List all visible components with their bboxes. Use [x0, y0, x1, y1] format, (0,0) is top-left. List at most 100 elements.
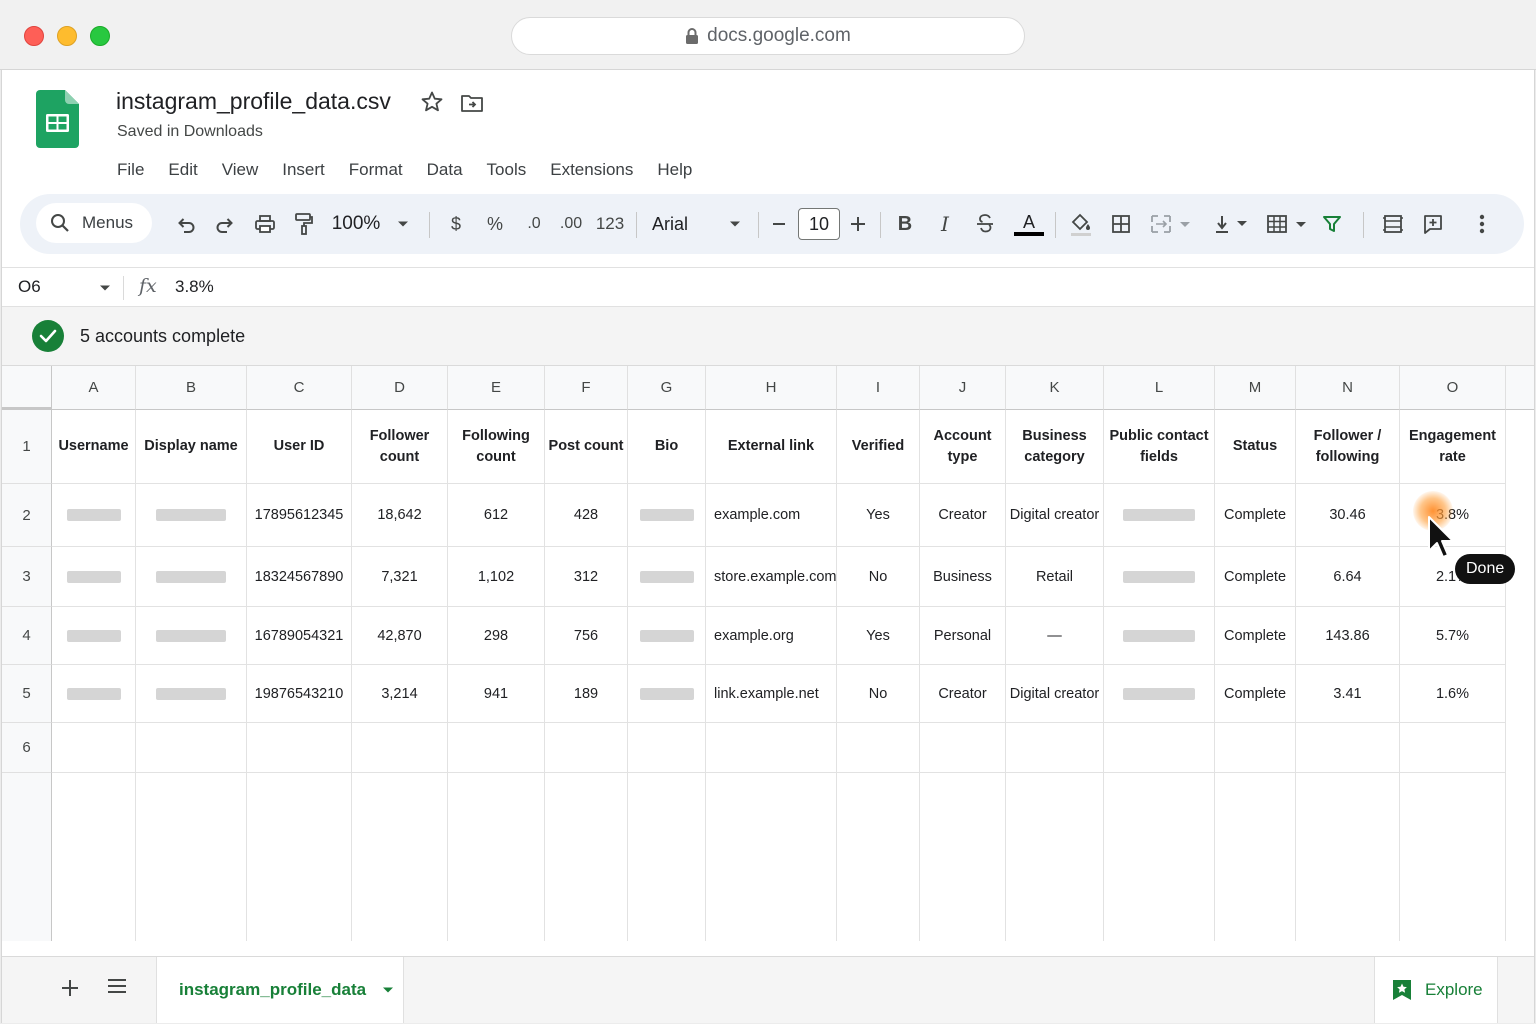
header-cell-business-category[interactable]: Business category [1006, 410, 1104, 484]
zoom-dropdown-icon[interactable] [396, 210, 410, 238]
menu-extensions[interactable]: Extensions [538, 158, 645, 182]
zoom-select[interactable]: 100% [330, 210, 382, 238]
column-header-o[interactable]: O [1400, 366, 1506, 410]
text-color-button[interactable]: A [1013, 210, 1045, 238]
column-header-k[interactable]: K [1006, 366, 1104, 410]
empty-cell[interactable] [628, 723, 706, 773]
cell-status[interactable]: Complete [1215, 607, 1296, 665]
cell-account-type[interactable]: Creator [920, 484, 1006, 547]
increase-font-size-icon[interactable] [849, 210, 867, 238]
cell-display-name[interactable] [136, 547, 247, 607]
menus-search-button[interactable]: Menus [36, 203, 152, 243]
empty-area[interactable] [1104, 773, 1215, 941]
name-box-dropdown-icon[interactable] [99, 284, 111, 292]
chevron-down-icon[interactable] [382, 986, 394, 994]
strikethrough-icon[interactable] [974, 210, 996, 238]
column-header-b[interactable]: B [136, 366, 247, 410]
freeze-icon[interactable] [1381, 210, 1405, 238]
font-family-select[interactable]: Arial [652, 210, 692, 238]
cell-user-id[interactable]: 18324567890 [247, 547, 352, 607]
cell-account-type[interactable]: Creator [920, 665, 1006, 723]
header-cell-external-link[interactable]: External link [706, 410, 837, 484]
cell-post-count[interactable]: 312 [545, 547, 628, 607]
name-box[interactable]: O6 [18, 277, 41, 297]
sheet-tab-active[interactable]: instagram_profile_data [156, 957, 404, 1023]
empty-cell[interactable] [1215, 723, 1296, 773]
cell-external-link[interactable]: example.org [706, 607, 837, 665]
cell-account-type[interactable]: Business [920, 547, 1006, 607]
header-cell-user-id[interactable]: User ID [247, 410, 352, 484]
select-all-corner[interactable] [2, 366, 54, 410]
cell-business-category[interactable]: Digital creator [1006, 484, 1104, 547]
cell-username[interactable] [52, 547, 136, 607]
number-format-button[interactable]: 123 [594, 210, 626, 238]
cell-user-id[interactable]: 16789054321 [247, 607, 352, 665]
menu-view[interactable]: View [210, 158, 271, 182]
all-sheets-menu-icon[interactable] [106, 977, 128, 995]
empty-area[interactable] [52, 773, 136, 941]
cell-follower-count[interactable]: 3,214 [352, 665, 448, 723]
header-cell-display-name[interactable]: Display name [136, 410, 247, 484]
cell-external-link[interactable]: example.com [706, 484, 837, 547]
empty-area[interactable] [837, 773, 920, 941]
cell-follower-following-ratio[interactable]: 143.86 [1296, 607, 1400, 665]
more-options-icon[interactable] [1470, 210, 1494, 238]
cell-following-count[interactable]: 1,102 [448, 547, 545, 607]
cell-public-contact-fields[interactable] [1104, 547, 1215, 607]
cell-verified[interactable]: No [837, 665, 920, 723]
row-header-2[interactable]: 2 [2, 484, 52, 547]
empty-area[interactable] [1296, 773, 1400, 941]
empty-area[interactable] [1006, 773, 1104, 941]
italic-button[interactable]: I [935, 210, 955, 238]
cell-verified[interactable]: Yes [837, 607, 920, 665]
cell-public-contact-fields[interactable] [1104, 484, 1215, 547]
cell-follower-following-ratio[interactable]: 6.64 [1296, 547, 1400, 607]
column-header-j[interactable]: J [920, 366, 1006, 410]
cell-business-category[interactable]: Digital creator [1006, 665, 1104, 723]
cell-business-category[interactable]: Retail [1006, 547, 1104, 607]
empty-area[interactable] [920, 773, 1006, 941]
row-header-1[interactable]: 1 [2, 410, 52, 484]
column-header-d[interactable]: D [352, 366, 448, 410]
fill-color-icon[interactable] [1068, 210, 1094, 238]
empty-cell[interactable] [1006, 723, 1104, 773]
row-header-3[interactable]: 3 [2, 547, 52, 607]
borders-icon[interactable] [1109, 210, 1133, 238]
cell-post-count[interactable]: 428 [545, 484, 628, 547]
header-cell-following-count[interactable]: Following count [448, 410, 545, 484]
cell-status[interactable]: Complete [1215, 484, 1296, 547]
cell-public-contact-fields[interactable] [1104, 607, 1215, 665]
cell-display-name[interactable] [136, 484, 247, 547]
empty-cell[interactable] [1296, 723, 1400, 773]
cell-following-count[interactable]: 612 [448, 484, 545, 547]
header-cell-verified[interactable]: Verified [837, 410, 920, 484]
cell-username[interactable] [52, 665, 136, 723]
cell-status[interactable]: Complete [1215, 665, 1296, 723]
horizontal-align-icon[interactable] [1213, 210, 1253, 238]
window-minimize-button[interactable] [57, 26, 77, 46]
header-cell-status[interactable]: Status [1215, 410, 1296, 484]
column-header-g[interactable]: G [628, 366, 706, 410]
spreadsheet-grid[interactable]: A B C D E F G H I J K L M N O 1 2 3 4 5 6 Username Display nam… [2, 366, 1534, 941]
cell-following-count[interactable]: 298 [448, 607, 545, 665]
paint-format-icon[interactable] [291, 210, 317, 238]
empty-area[interactable] [247, 773, 352, 941]
cell-follower-following-ratio[interactable]: 30.46 [1296, 484, 1400, 547]
column-header-e[interactable]: E [448, 366, 545, 410]
empty-cell[interactable] [920, 723, 1006, 773]
window-maximize-button[interactable] [90, 26, 110, 46]
menu-data[interactable]: Data [415, 158, 475, 182]
cell-post-count[interactable]: 189 [545, 665, 628, 723]
cell-verified[interactable]: No [837, 547, 920, 607]
percent-format-button[interactable]: % [485, 210, 505, 238]
header-cell-username[interactable]: Username [52, 410, 136, 484]
cell-bio[interactable] [628, 607, 706, 665]
cell-status[interactable]: Complete [1215, 547, 1296, 607]
star-icon[interactable] [420, 90, 444, 114]
cell-post-count[interactable]: 756 [545, 607, 628, 665]
cell-follower-count[interactable]: 42,870 [352, 607, 448, 665]
column-header-l[interactable]: L [1104, 366, 1215, 410]
font-size-input[interactable]: 10 [798, 208, 840, 240]
cell-verified[interactable]: Yes [837, 484, 920, 547]
column-header-m[interactable]: M [1215, 366, 1296, 410]
